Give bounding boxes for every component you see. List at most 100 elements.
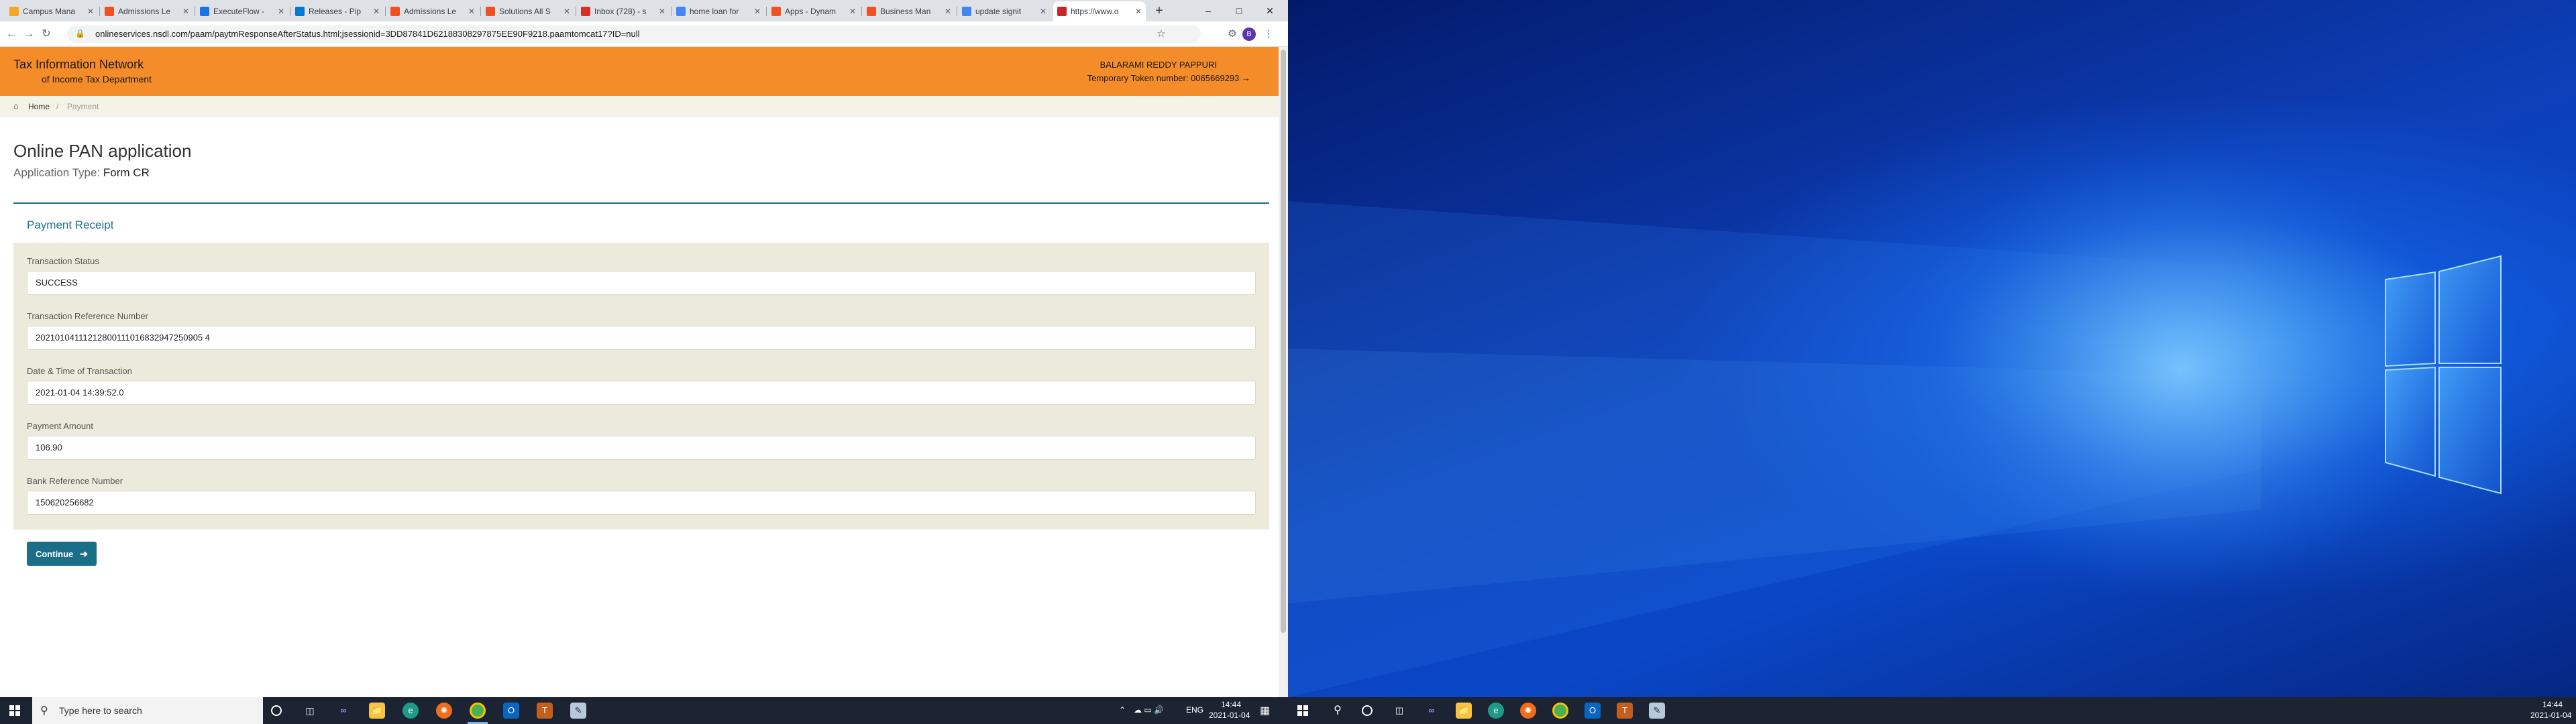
continue-button[interactable]: Continue ➔ xyxy=(27,542,97,566)
menu-kebab-icon[interactable]: ⋮ xyxy=(1261,27,1276,42)
taskbar-right: ⚲ ◫ ∞ 📁 e ✺ O T ✎ 14:44 2021-01-04 xyxy=(1288,697,2576,724)
breadcrumb-home[interactable]: Home xyxy=(28,102,50,111)
temporary-token[interactable]: Temporary Token number: 0065669293 → xyxy=(1087,73,1250,83)
orange-app-icon-right[interactable]: ✺ xyxy=(1520,703,1536,719)
browser-tab-3[interactable]: ExecuteFlow - ✕ xyxy=(196,1,288,21)
minimize-button[interactable]: – xyxy=(1193,1,1224,20)
close-tab-icon[interactable]: ✕ xyxy=(945,7,951,16)
visual-studio-icon[interactable]: ∞ xyxy=(335,703,352,719)
clock-date[interactable]: 2021-01-04 xyxy=(1209,711,1250,720)
new-tab-button[interactable]: + xyxy=(1151,3,1167,19)
address-url[interactable]: onlineservices.nsdl.com/paam/paytmRespon… xyxy=(95,29,640,39)
close-tab-icon[interactable]: ✕ xyxy=(1040,7,1046,16)
edge-icon-right[interactable]: e xyxy=(1488,703,1504,719)
browser-tab-4[interactable]: Releases - Pip ✕ xyxy=(291,1,384,21)
browser-tab-5[interactable]: Admissions Le ✕ xyxy=(386,1,479,21)
profile-avatar[interactable]: B xyxy=(1242,27,1256,41)
nsdl-icon xyxy=(1057,7,1067,16)
bank-reference-field: 150620256682 xyxy=(27,491,1256,515)
orange-app-icon[interactable]: ✺ xyxy=(436,703,452,719)
browser-tab-8[interactable]: home loan for ✕ xyxy=(672,1,765,21)
search-icon: ⚲ xyxy=(40,705,48,717)
breadcrumb: ⌂ Home / Payment xyxy=(0,96,1279,117)
windows-start-icon-right[interactable] xyxy=(1297,705,1308,716)
address-bar[interactable]: 🔒 onlineservices.nsdl.com/paam/paytmResp… xyxy=(67,25,1201,43)
clock-time-right[interactable]: 14:44 xyxy=(2542,700,2563,709)
back-icon[interactable]: ← xyxy=(4,27,19,42)
cortana-icon[interactable] xyxy=(271,705,282,716)
task-view-icon[interactable]: ◫ xyxy=(302,703,318,719)
tab-separator xyxy=(99,7,100,16)
tray-icons[interactable]: ☁ ▭ 🔊 xyxy=(1134,705,1164,715)
close-tab-icon[interactable]: ✕ xyxy=(278,7,284,16)
cortana-icon-right[interactable] xyxy=(1362,705,1373,716)
browser-tab-11[interactable]: update signit ✕ xyxy=(958,1,1051,21)
tab-separator xyxy=(671,7,672,16)
browser-tab-label: Admissions Le xyxy=(404,7,457,16)
clock-date-right[interactable]: 2021-01-04 xyxy=(2530,711,2571,720)
browser-tab-12[interactable]: https://www.o ✕ xyxy=(1053,1,1146,21)
tab-separator xyxy=(385,7,386,16)
extensions-icon[interactable]: ⚙ xyxy=(1225,27,1240,42)
maximize-button[interactable]: □ xyxy=(1224,1,1254,20)
browser-tab-label: Releases - Pip xyxy=(309,7,362,16)
home-icon[interactable]: ⌂ xyxy=(13,101,18,111)
close-tab-icon[interactable]: ✕ xyxy=(659,7,665,16)
receipt-panel: Transaction Status SUCCESS Transaction R… xyxy=(13,243,1269,530)
close-tab-icon[interactable]: ✕ xyxy=(87,7,94,16)
close-tab-icon[interactable]: ✕ xyxy=(1135,7,1142,16)
transaction-datetime-label: Date & Time of Transaction xyxy=(27,366,132,376)
forward-icon[interactable]: → xyxy=(21,27,36,42)
ms-grid-icon xyxy=(105,7,114,16)
orange-square-icon xyxy=(9,7,19,16)
browser-tab-10[interactable]: Business Man ✕ xyxy=(863,1,955,21)
teams-icon[interactable]: T xyxy=(537,703,553,719)
taskbar-search-box[interactable]: ⚲ Type here to search xyxy=(32,697,263,724)
continue-button-label: Continue xyxy=(35,548,74,559)
clock-time[interactable]: 14:44 xyxy=(1221,700,1241,709)
bookmark-star-icon[interactable]: ☆ xyxy=(1154,27,1169,42)
receipt-heading: Payment Receipt xyxy=(27,219,114,231)
teams-icon-right[interactable]: T xyxy=(1617,703,1633,719)
visual-studio-icon-right[interactable]: ∞ xyxy=(1424,703,1440,719)
tray-chevron-icon[interactable]: ⌃ xyxy=(1119,705,1126,715)
chrome-icon[interactable] xyxy=(470,703,486,719)
transaction-status-field: SUCCESS xyxy=(27,271,1256,295)
close-tab-icon[interactable]: ✕ xyxy=(182,7,189,16)
edge-icon[interactable]: e xyxy=(402,703,419,719)
close-tab-icon[interactable]: ✕ xyxy=(564,7,570,16)
close-tab-icon[interactable]: ✕ xyxy=(468,7,475,16)
task-view-icon-right[interactable]: ◫ xyxy=(1391,703,1407,719)
transaction-reference-field: 20210104111212800111016832947250905 4 xyxy=(27,326,1256,350)
search-icon-right[interactable]: ⚲ xyxy=(1330,703,1346,719)
windows-start-icon[interactable] xyxy=(9,705,20,716)
close-tab-icon[interactable]: ✕ xyxy=(373,7,380,16)
browser-tab-7[interactable]: Inbox (728) - s ✕ xyxy=(577,1,669,21)
outlook-icon-right[interactable]: O xyxy=(1585,703,1601,719)
arrow-right-icon: ➔ xyxy=(80,548,89,559)
page-scrollbar[interactable] xyxy=(1279,47,1288,697)
close-tab-icon[interactable]: ✕ xyxy=(754,7,761,16)
notifications-icon[interactable]: ▦ xyxy=(1260,704,1270,717)
notepad-icon-right[interactable]: ✎ xyxy=(1649,703,1665,719)
browser-toolbar: ← → ↻ 🔒 onlineservices.nsdl.com/paam/pay… xyxy=(0,21,1288,47)
file-explorer-icon-right[interactable]: 📁 xyxy=(1456,703,1472,719)
site-logo-title[interactable]: Tax Information Network xyxy=(13,58,144,72)
ms-grid-icon xyxy=(390,7,400,16)
scrollbar-thumb[interactable] xyxy=(1281,50,1286,633)
browser-tab-1[interactable]: Campus Mana ✕ xyxy=(5,1,98,21)
outlook-icon[interactable]: O xyxy=(503,703,519,719)
browser-tab-2[interactable]: Admissions Le ✕ xyxy=(101,1,193,21)
close-window-button[interactable]: ✕ xyxy=(1254,1,1285,20)
file-explorer-icon[interactable]: 📁 xyxy=(369,703,385,719)
reload-icon[interactable]: ↻ xyxy=(39,27,54,42)
keyboard-language[interactable]: ENG xyxy=(1186,705,1203,715)
left-monitor: Campus Mana ✕ Admissions Le ✕ ExecuteFlow - ✕… xyxy=(0,0,1288,724)
taskbar-search-placeholder: Type here to search xyxy=(59,705,142,716)
browser-tab-6[interactable]: Solutions All S ✕ xyxy=(482,1,574,21)
chrome-icon-right[interactable] xyxy=(1552,703,1568,719)
transaction-datetime-field: 2021-01-04 14:39:52.0 xyxy=(27,381,1256,405)
close-tab-icon[interactable]: ✕ xyxy=(849,7,856,16)
notepad-icon[interactable]: ✎ xyxy=(570,703,586,719)
browser-tab-9[interactable]: Apps - Dynam ✕ xyxy=(767,1,860,21)
